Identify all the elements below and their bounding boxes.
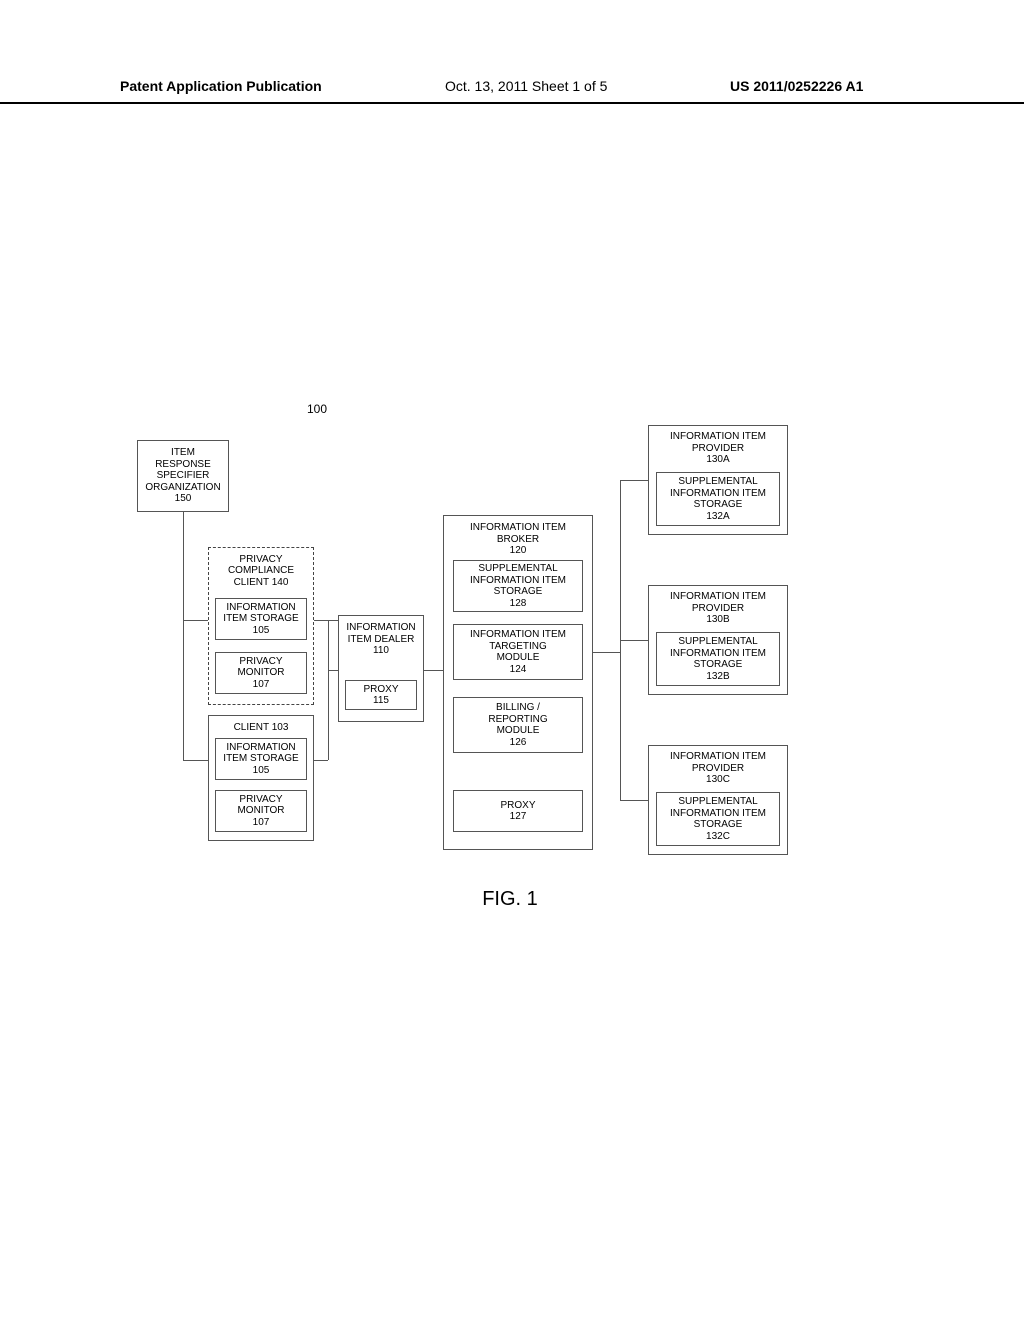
- provider-130a-l1: INFORMATION ITEM: [670, 431, 766, 443]
- storage-132c-l3: STORAGE: [694, 819, 743, 831]
- client-140-line1: PRIVACY: [239, 554, 282, 566]
- client-140-line3: CLIENT 140: [234, 577, 289, 589]
- diagram-fig1: 100 ITEM RESPONSE SPECIFIER ORGANIZATION…: [100, 420, 920, 880]
- privacy-monitor-107a-l1: PRIVACY: [239, 656, 282, 668]
- targeting-124-num: 124: [510, 664, 527, 676]
- privacy-monitor-107b-l1: PRIVACY: [239, 794, 282, 806]
- privacy-monitor-107a: PRIVACY MONITOR 107: [215, 652, 307, 694]
- header-left: Patent Application Publication: [120, 78, 322, 94]
- info-storage-105a-num: 105: [253, 625, 270, 637]
- storage-132c-num: 132C: [706, 831, 730, 843]
- info-storage-105a: INFORMATION ITEM STORAGE 105: [215, 598, 307, 640]
- conn-provider-b: [620, 640, 648, 641]
- storage-132b-l2: INFORMATION ITEM: [670, 648, 766, 660]
- conn-org150-client103: [183, 760, 208, 761]
- info-storage-105b-l2: ITEM STORAGE: [223, 753, 298, 765]
- conn-dealer-broker: [424, 670, 443, 671]
- targeting-124-l3: MODULE: [497, 652, 540, 664]
- privacy-monitor-107b: PRIVACY MONITOR 107: [215, 790, 307, 832]
- conn-org150-v: [183, 512, 184, 760]
- provider-130b-num: 130B: [706, 614, 729, 626]
- storage-132b: SUPPLEMENTAL INFORMATION ITEM STORAGE 13…: [656, 632, 780, 686]
- client-140-line2: COMPLIANCE: [228, 565, 294, 577]
- org-150-line2: RESPONSE: [155, 459, 211, 471]
- storage-132a-l2: INFORMATION ITEM: [670, 488, 766, 500]
- info-storage-105b-num: 105: [253, 765, 270, 777]
- conn-client103-dealer-h: [314, 760, 328, 761]
- dealer-110-l1: INFORMATION: [346, 622, 415, 634]
- supp-storage-128-l2: INFORMATION ITEM: [470, 575, 566, 587]
- storage-132a-l3: STORAGE: [694, 499, 743, 511]
- supp-storage-128-l3: STORAGE: [494, 586, 543, 598]
- org-150-line3: SPECIFIER: [157, 470, 210, 482]
- privacy-monitor-107a-num: 107: [253, 679, 270, 691]
- provider-130a-num: 130A: [706, 454, 729, 466]
- conn-broker-trunk: [593, 652, 620, 653]
- billing-126-num: 126: [510, 737, 527, 749]
- client-140-label: PRIVACY COMPLIANCE CLIENT 140: [215, 551, 307, 591]
- proxy-115: PROXY 115: [345, 680, 417, 710]
- provider-130c-num: 130C: [706, 774, 730, 786]
- storage-132c-l2: INFORMATION ITEM: [670, 808, 766, 820]
- header-right: US 2011/0252226 A1: [730, 78, 863, 94]
- client-103-label: CLIENT 103: [234, 722, 289, 734]
- proxy-127-l1: PROXY: [500, 800, 535, 812]
- proxy-115-num: 115: [373, 695, 389, 707]
- dealer-110-num: 110: [373, 645, 389, 657]
- info-storage-105a-l1: INFORMATION: [226, 602, 295, 614]
- conn-clients-dealer-into: [328, 670, 338, 671]
- provider-130a-l2: PROVIDER: [692, 443, 744, 455]
- targeting-124-l1: INFORMATION ITEM: [470, 629, 566, 641]
- figure-label: FIG. 1: [100, 888, 920, 911]
- conn-org150-client140: [183, 620, 208, 621]
- supp-storage-128-l1: SUPPLEMENTAL: [478, 563, 557, 575]
- org-150-line1: ITEM: [171, 447, 195, 459]
- page-header: Patent Application Publication Oct. 13, …: [0, 78, 1024, 104]
- privacy-monitor-107b-l2: MONITOR: [237, 805, 284, 817]
- privacy-monitor-107a-l2: MONITOR: [237, 667, 284, 679]
- broker-120-l1: INFORMATION ITEM: [470, 522, 566, 534]
- supp-storage-128-num: 128: [510, 598, 527, 610]
- storage-132a-num: 132A: [706, 511, 729, 523]
- conn-client140-dealer-h: [314, 620, 338, 621]
- system-number-label: 100: [307, 402, 327, 416]
- billing-126-l2: REPORTING: [488, 714, 547, 726]
- storage-132c-l1: SUPPLEMENTAL: [678, 796, 757, 808]
- org-150-num: 150: [175, 493, 192, 505]
- proxy-127: PROXY 127: [453, 790, 583, 832]
- storage-132b-num: 132B: [706, 671, 729, 683]
- billing-126: BILLING / REPORTING MODULE 126: [453, 697, 583, 753]
- info-storage-105b: INFORMATION ITEM STORAGE 105: [215, 738, 307, 780]
- org-150-line4: ORGANIZATION: [145, 482, 220, 494]
- targeting-124-l2: TARGETING: [489, 641, 547, 653]
- storage-132c: SUPPLEMENTAL INFORMATION ITEM STORAGE 13…: [656, 792, 780, 846]
- targeting-124: INFORMATION ITEM TARGETING MODULE 124: [453, 624, 583, 680]
- storage-132a: SUPPLEMENTAL INFORMATION ITEM STORAGE 13…: [656, 472, 780, 526]
- billing-126-l1: BILLING /: [496, 702, 540, 714]
- broker-120-l2: BROKER: [497, 534, 539, 546]
- org-150-box: ITEM RESPONSE SPECIFIER ORGANIZATION 150: [137, 440, 229, 512]
- conn-provider-a: [620, 480, 648, 481]
- header-center: Oct. 13, 2011 Sheet 1 of 5: [445, 78, 607, 94]
- privacy-monitor-107b-num: 107: [253, 817, 270, 829]
- broker-120-num: 120: [510, 545, 527, 557]
- dealer-110-l2: ITEM DEALER: [348, 634, 415, 646]
- info-storage-105b-l1: INFORMATION: [226, 742, 295, 754]
- proxy-115-l1: PROXY: [363, 684, 398, 696]
- provider-130c-l2: PROVIDER: [692, 763, 744, 775]
- proxy-127-num: 127: [510, 811, 527, 823]
- conn-clients-dealer-v: [328, 620, 329, 760]
- provider-130c-l1: INFORMATION ITEM: [670, 751, 766, 763]
- supp-storage-128: SUPPLEMENTAL INFORMATION ITEM STORAGE 12…: [453, 560, 583, 612]
- billing-126-l3: MODULE: [497, 725, 540, 737]
- info-storage-105a-l2: ITEM STORAGE: [223, 613, 298, 625]
- provider-130b-l1: INFORMATION ITEM: [670, 591, 766, 603]
- storage-132b-l1: SUPPLEMENTAL: [678, 636, 757, 648]
- conn-provider-c: [620, 800, 648, 801]
- storage-132b-l3: STORAGE: [694, 659, 743, 671]
- storage-132a-l1: SUPPLEMENTAL: [678, 476, 757, 488]
- provider-130b-l2: PROVIDER: [692, 603, 744, 615]
